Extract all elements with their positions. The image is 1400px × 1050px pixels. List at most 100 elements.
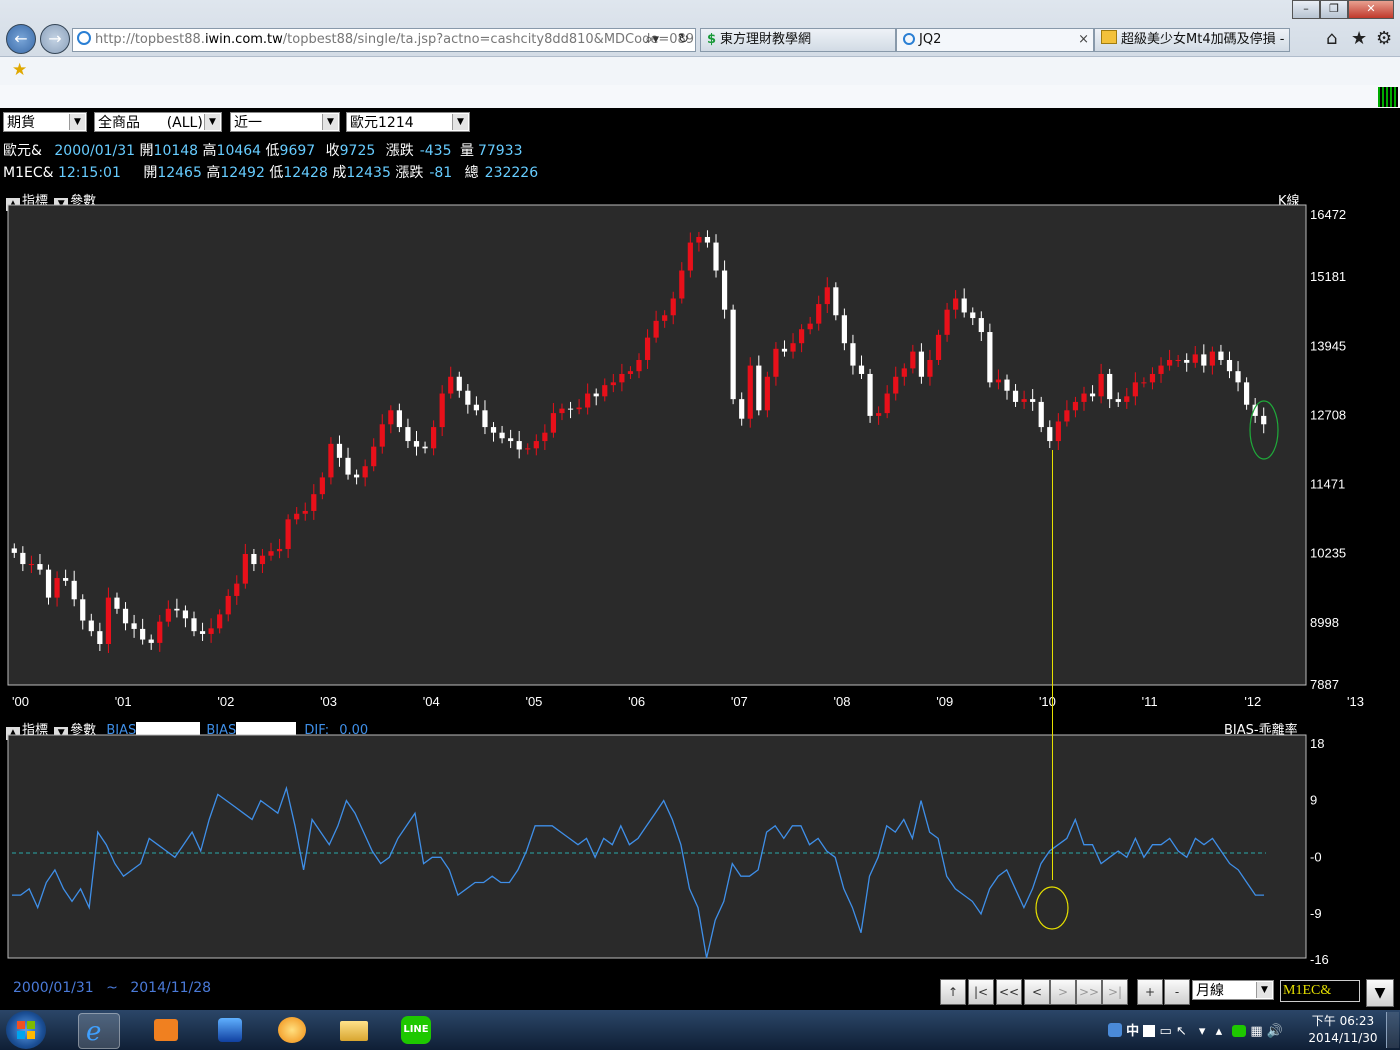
search-icon[interactable]: ⌕▾ — [645, 29, 659, 51]
chevron-down-icon: ▼ — [204, 114, 220, 130]
candle-body — [773, 348, 779, 377]
candle-body — [1038, 401, 1044, 428]
taskbar-app-button[interactable] — [210, 1013, 250, 1047]
market-select[interactable]: 期貨 ▼ — [3, 112, 87, 132]
clock[interactable]: 下午 06:23 2014/11/30 — [1308, 1013, 1378, 1047]
date-to: 2014/11/28 — [130, 980, 212, 996]
candle-body — [388, 410, 394, 425]
symbol-select[interactable]: 歐元1214 ▼ — [346, 112, 470, 132]
tab-mt4[interactable]: 超級美少女Mt4加碼及停損 - ... — [1094, 28, 1290, 52]
add-favorite-icon[interactable]: ★ — [12, 60, 27, 80]
candle-body — [1141, 382, 1147, 384]
candle-body — [448, 376, 454, 394]
candle-body — [114, 597, 120, 609]
candle-body — [234, 583, 240, 596]
ime-mode[interactable]: 中 — [1126, 1024, 1139, 1039]
candle-body — [105, 597, 112, 645]
candle-body — [679, 270, 685, 299]
candle-body — [1201, 354, 1207, 366]
dropdown-arrow-button[interactable]: ▼ — [1366, 979, 1394, 1007]
show-desktop-button[interactable] — [1386, 1012, 1399, 1048]
taskbar-explorer-button[interactable] — [334, 1013, 374, 1047]
candle-body — [696, 236, 702, 243]
contract-month-select[interactable]: 近一 ▼ — [230, 112, 340, 132]
candle-body — [465, 390, 471, 405]
candle-body — [1226, 359, 1233, 372]
volume-icon[interactable]: 🔊 — [1267, 1024, 1283, 1039]
total-label: 總 — [464, 165, 479, 181]
volume-value: 77933 — [477, 143, 523, 159]
home-icon[interactable]: ⌂ — [1326, 28, 1337, 49]
nav-fast-forward-button[interactable]: >> — [1076, 979, 1102, 1005]
zoom-in-button[interactable]: + — [1137, 979, 1163, 1005]
candle-body — [165, 608, 171, 622]
select-value: 全商品 (ALL) — [98, 115, 203, 131]
nav-back-button[interactable]: < — [1024, 979, 1050, 1005]
show-hidden-icons[interactable]: ▴ — [1216, 1024, 1223, 1039]
address-bar[interactable]: http://topbest88.iwin.com.tw/topbest88/s… — [72, 28, 696, 52]
nav-last-button[interactable]: >| — [1102, 979, 1128, 1005]
nav-first-button[interactable]: |< — [968, 979, 994, 1005]
crosshair-line — [1052, 450, 1053, 880]
back-button[interactable]: ← — [6, 24, 36, 54]
x-tick-label: '00 — [12, 694, 29, 709]
ime-icon[interactable] — [1108, 1023, 1122, 1037]
bias-y-tick-label: -0 — [1310, 849, 1322, 864]
grid-icon[interactable] — [1378, 87, 1398, 107]
gear-icon[interactable]: ⚙ — [1376, 28, 1392, 49]
tray-menu-icon[interactable]: ▾ — [1199, 1024, 1206, 1039]
nav-forward-button[interactable]: > — [1050, 979, 1076, 1005]
favorites-star-icon[interactable]: ★ — [1351, 28, 1367, 49]
open-label: 開 — [143, 165, 158, 181]
minimize-button[interactable]: – — [1292, 0, 1320, 19]
candle-body — [798, 329, 805, 344]
candle-body — [88, 620, 94, 632]
candle-body — [1184, 359, 1190, 363]
candle-body — [413, 441, 420, 447]
candle-body — [653, 320, 659, 338]
candle-body — [824, 287, 830, 305]
start-button[interactable] — [6, 1011, 46, 1049]
y-tick-label: 8998 — [1310, 615, 1339, 630]
period-select[interactable]: 月線 ▼ — [1192, 980, 1274, 1000]
forward-button[interactable]: → — [40, 24, 70, 54]
close-window-button[interactable]: ✕ — [1348, 0, 1394, 19]
low-value: 9697 — [279, 143, 316, 159]
refresh-icon[interactable]: ↻ — [678, 29, 689, 51]
candle-body — [1012, 390, 1019, 402]
quote-time: 12:15:01 — [57, 165, 121, 181]
change-value: -435 — [419, 143, 452, 159]
symbol-input[interactable]: M1EC& — [1280, 980, 1360, 1002]
line-tray-icon[interactable] — [1232, 1025, 1247, 1037]
y-tick-label: 16472 — [1310, 207, 1346, 222]
candle-body — [567, 408, 574, 410]
fullwidth-icon[interactable] — [1143, 1025, 1156, 1037]
y-tick-label: 7887 — [1310, 677, 1339, 692]
taskbar-ie-button[interactable]: e — [78, 1013, 120, 1049]
high-label: 高 — [206, 165, 221, 181]
nav-up-button[interactable]: ↑ — [940, 979, 966, 1005]
tab-jq2[interactable]: JQ2 × — [896, 28, 1094, 52]
taskbar-line-button[interactable]: LINE — [396, 1013, 436, 1047]
taskbar-chat-button[interactable] — [272, 1013, 312, 1047]
y-tick-label: 10235 — [1310, 546, 1346, 561]
keyboard-icon[interactable]: ▭ — [1159, 1024, 1171, 1039]
favorites-bar: ★ — [0, 56, 1400, 86]
candle-body — [362, 466, 368, 478]
product-select[interactable]: 全商品 (ALL) ▼ — [94, 112, 222, 132]
cursor-icon[interactable]: ↖ — [1176, 1024, 1187, 1039]
tab-dongfang[interactable]: $ 東方理財教學網 — [700, 28, 896, 52]
x-tick-label: '08 — [834, 694, 851, 709]
maximize-button[interactable]: ❐ — [1320, 0, 1348, 19]
x-tick-label: '09 — [936, 694, 953, 709]
candle-body — [140, 628, 146, 640]
system-tray: 中 ▭ ↖ ▾ ▴ ▦ 🔊 — [1108, 1020, 1283, 1039]
network-icon[interactable]: ▦ — [1250, 1024, 1262, 1039]
candle-body — [1261, 415, 1267, 425]
candle-body — [576, 407, 582, 410]
taskbar-media-button[interactable] — [146, 1013, 186, 1047]
nav-fast-back-button[interactable]: << — [996, 979, 1022, 1005]
zoom-out-button[interactable]: - — [1164, 979, 1190, 1005]
tab-close-icon[interactable]: × — [1078, 29, 1089, 51]
candle-body — [935, 334, 942, 360]
